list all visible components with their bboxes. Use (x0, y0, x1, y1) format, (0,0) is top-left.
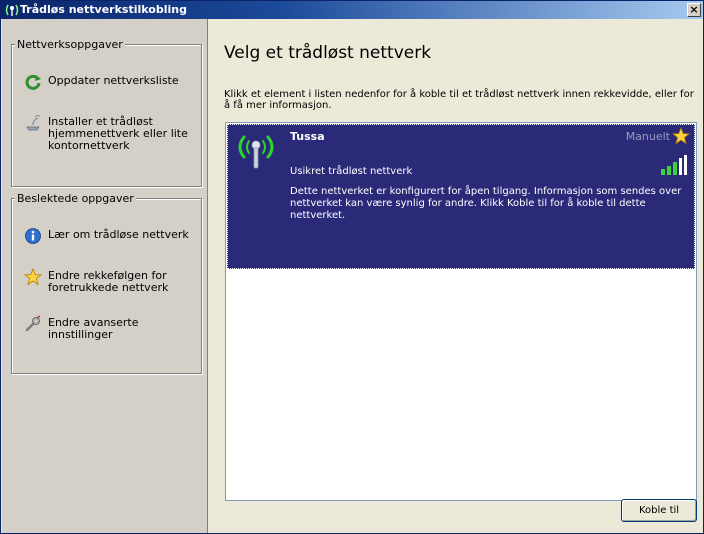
change-network-order-label: Endre rekkefølgen for foretrukkede nettv… (48, 269, 169, 294)
network-list[interactable]: Tussa Manuelt Usikret trådløst nettverk … (225, 122, 697, 501)
page-title: Velg et trådløst nettverk (224, 43, 432, 63)
refresh-network-list-label: Oppdater nettverksliste (48, 74, 179, 87)
change-network-order-task[interactable]: Endre rekkefølgen for foretrukkede nettv… (24, 268, 199, 294)
related-tasks-group: Beslektede oppgaver Lær om trådløse nett… (11, 192, 202, 374)
network-description: Dette nettverket er konfigurert for åpen… (290, 186, 682, 221)
network-list-item[interactable]: Tussa Manuelt Usikret trådløst nettverk … (227, 124, 695, 269)
network-tasks-legend: Nettverksoppgaver (15, 38, 125, 51)
related-tasks-legend: Beslektede oppgaver (15, 192, 136, 205)
instructions-text: Klikk et element i listen nedenfor for å… (224, 89, 694, 111)
main-pane: Velg et trådløst nettverk Klikk et eleme… (209, 19, 703, 533)
window-title: Trådløs nettverkstilkobling (20, 3, 187, 16)
star-icon (24, 268, 42, 286)
wrench-icon (25, 315, 41, 332)
signal-strength-icon (661, 155, 687, 175)
title-bar[interactable]: Trådløs nettverkstilkobling × (1, 1, 703, 19)
learn-wireless-task[interactable]: Lær om trådløse nettverk (24, 227, 199, 245)
wireless-network-icon (5, 4, 19, 16)
setup-wireless-network-task[interactable]: Installer et trådløst hjemmenettverk ell… (24, 114, 199, 152)
refresh-network-list-task[interactable]: Oppdater nettverksliste (24, 73, 199, 91)
security-status: Usikret trådløst nettverk (290, 166, 413, 177)
setup-wireless-network-label: Installer et trådløst hjemmenettverk ell… (48, 115, 188, 152)
wireless-connection-window: Trådløs nettverkstilkobling × Nettverkso… (0, 0, 704, 534)
wireless-antenna-icon (238, 135, 274, 169)
preferred-star-icon (672, 127, 690, 145)
connect-button[interactable]: Koble til (621, 499, 697, 522)
close-button[interactable]: × (687, 3, 701, 17)
learn-wireless-label: Lær om trådløse nettverk (48, 228, 189, 241)
network-tasks-group: Nettverksoppgaver Oppdater nettverkslist… (11, 38, 202, 187)
wireless-setup-icon (26, 115, 41, 131)
connection-mode: Manuelt (625, 130, 670, 143)
advanced-settings-task[interactable]: Endre avanserte innstillinger (24, 315, 199, 341)
network-name: Tussa (290, 130, 325, 143)
refresh-icon (25, 74, 41, 90)
info-icon (25, 228, 41, 244)
task-pane: Nettverksoppgaver Oppdater nettverkslist… (2, 19, 208, 533)
advanced-settings-label: Endre avanserte innstillinger (48, 316, 139, 341)
